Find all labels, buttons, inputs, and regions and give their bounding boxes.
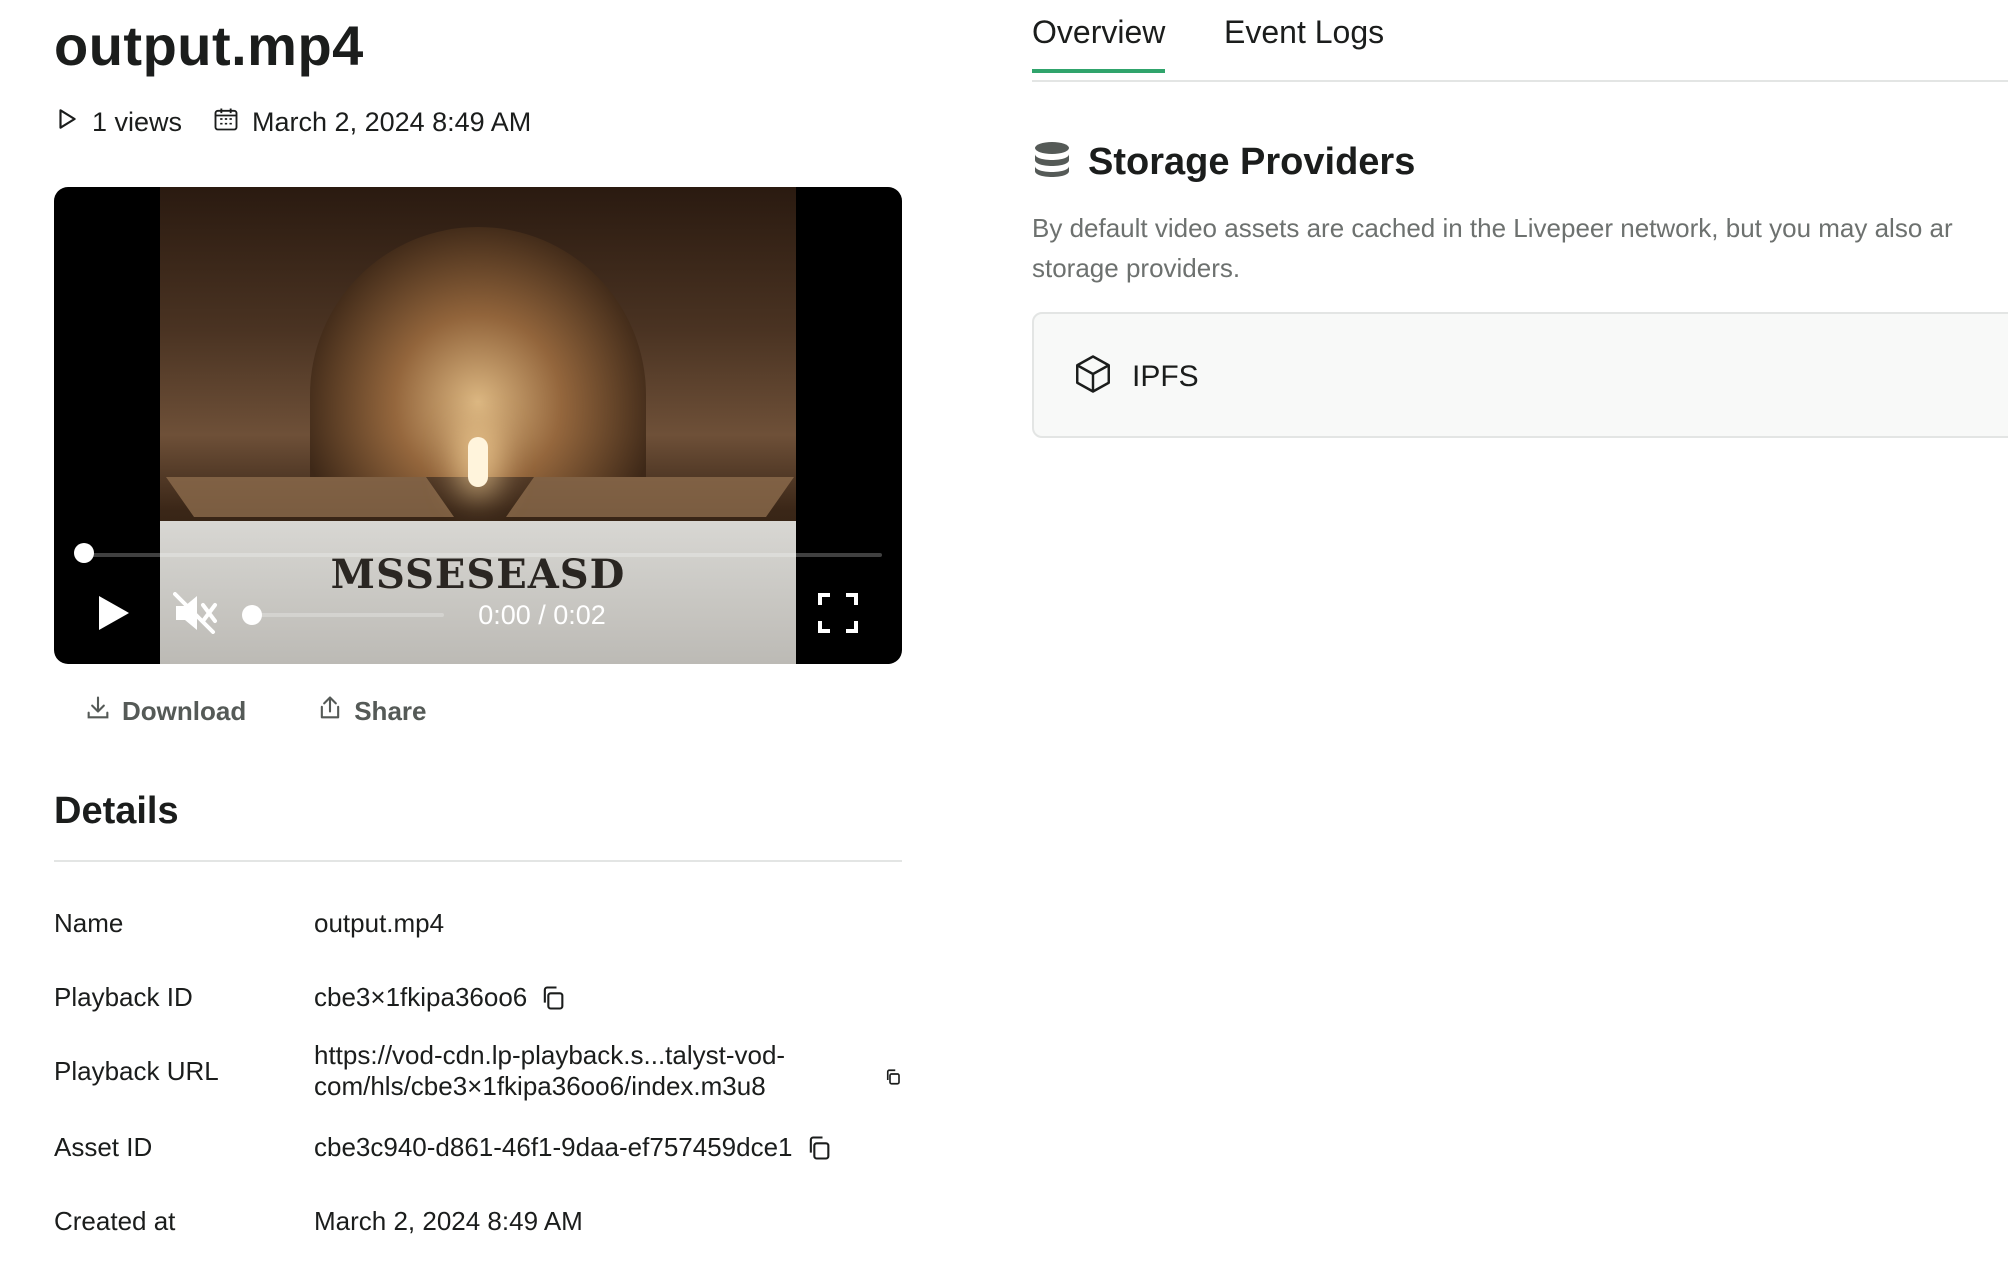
mute-button[interactable]: [172, 591, 220, 639]
playback-url-line1: https://vod-cdn.lp-playback.s...talyst-v…: [314, 1040, 786, 1070]
detail-label: Playback URL: [54, 1056, 219, 1086]
tab-overview[interactable]: Overview: [1032, 14, 1166, 73]
storage-description-line2: storage providers.: [1032, 253, 1241, 283]
play-outline-icon: [54, 106, 92, 139]
asset-meta: 1 views March 2, 2024 8:49 AM: [54, 104, 561, 140]
detail-value: output.mp4: [314, 908, 444, 939]
detail-value: https://vod-cdn.lp-playback.s...talyst-v…: [314, 1040, 884, 1102]
frame-table-right: [505, 477, 795, 517]
date-meta: March 2, 2024 8:49 AM: [212, 105, 531, 140]
detail-label: Asset ID: [54, 1132, 153, 1162]
detail-value: cbe3c940-d861-46f1-9daa-ef757459dce1: [314, 1132, 833, 1163]
speaker-muted-icon: [173, 591, 219, 639]
fullscreen-button[interactable]: [816, 592, 860, 638]
play-icon: [97, 594, 131, 637]
tab-event-logs[interactable]: Event Logs: [1224, 14, 1384, 69]
detail-label: Created at: [54, 1206, 176, 1236]
storage-providers-header: Storage Providers: [1032, 140, 1415, 185]
playback-url-line2: com/hls/cbe3×1fkipa36oo6/index.m3u8: [314, 1071, 766, 1101]
download-button[interactable]: Download: [84, 694, 246, 729]
copy-icon[interactable]: [884, 1062, 902, 1093]
asset-title: output.mp4: [54, 14, 364, 77]
detail-label: Name: [54, 908, 124, 938]
fullscreen-icon: [818, 592, 858, 638]
provider-name: IPFS: [1132, 359, 1199, 393]
share-button[interactable]: Share: [316, 694, 426, 729]
cube-icon: [1072, 352, 1114, 401]
download-label: Download: [122, 696, 247, 726]
asset-date: March 2, 2024 8:49 AM: [252, 106, 532, 137]
copy-icon[interactable]: [805, 1134, 833, 1162]
volume-handle[interactable]: [242, 605, 262, 625]
share-icon: [316, 694, 354, 729]
storage-description-line1: By default video assets are cached in th…: [1032, 213, 1953, 243]
database-icon: [1032, 140, 1072, 185]
provider-card-ipfs[interactable]: IPFS: [1032, 312, 2008, 438]
detail-row-playback-url: Playback URL https://vod-cdn.lp-playback…: [54, 1040, 902, 1104]
player-controls: 0:00 / 0:02: [54, 585, 902, 645]
playback-id-value: cbe3×1fkipa36oo6: [314, 982, 528, 1012]
tab-bar: Overview Event Logs: [1032, 0, 2008, 82]
seek-handle[interactable]: [74, 543, 94, 563]
storage-providers-heading: Storage Providers: [1088, 141, 1416, 183]
views-count: 1 views: [92, 106, 183, 137]
details-heading: Details: [54, 790, 179, 832]
video-player[interactable]: MSSESEASD 0:00 / 0:02: [54, 187, 902, 664]
download-icon: [84, 694, 122, 729]
share-label: Share: [354, 696, 427, 726]
copy-icon[interactable]: [539, 984, 567, 1012]
name-value: output.mp4: [314, 908, 445, 938]
play-button[interactable]: [94, 595, 134, 635]
calendar-icon: [212, 105, 252, 140]
seek-bar[interactable]: [84, 553, 882, 557]
asset-id-value: cbe3c940-d861-46f1-9daa-ef757459dce1: [314, 1132, 793, 1162]
provider-row: IPFS: [1072, 352, 1199, 401]
asset-actions: Download Share: [84, 694, 496, 729]
detail-value: cbe3×1fkipa36oo6: [314, 982, 567, 1013]
frame-candle: [468, 437, 488, 487]
detail-value: March 2, 2024 8:49 AM: [314, 1206, 583, 1237]
volume-slider[interactable]: [244, 613, 444, 617]
asset-page: output.mp4 1 views March 2, 2024 8:49 AM: [0, 0, 2008, 1264]
created-at-value: March 2, 2024 8:49 AM: [314, 1206, 583, 1236]
views-meta: 1 views: [54, 106, 182, 139]
details-divider: [54, 860, 902, 862]
timecode: 0:00 / 0:02: [478, 600, 606, 630]
frame-table-left: [165, 477, 455, 517]
storage-providers-description: By default video assets are cached in th…: [1032, 208, 2008, 288]
detail-label: Playback ID: [54, 982, 193, 1012]
